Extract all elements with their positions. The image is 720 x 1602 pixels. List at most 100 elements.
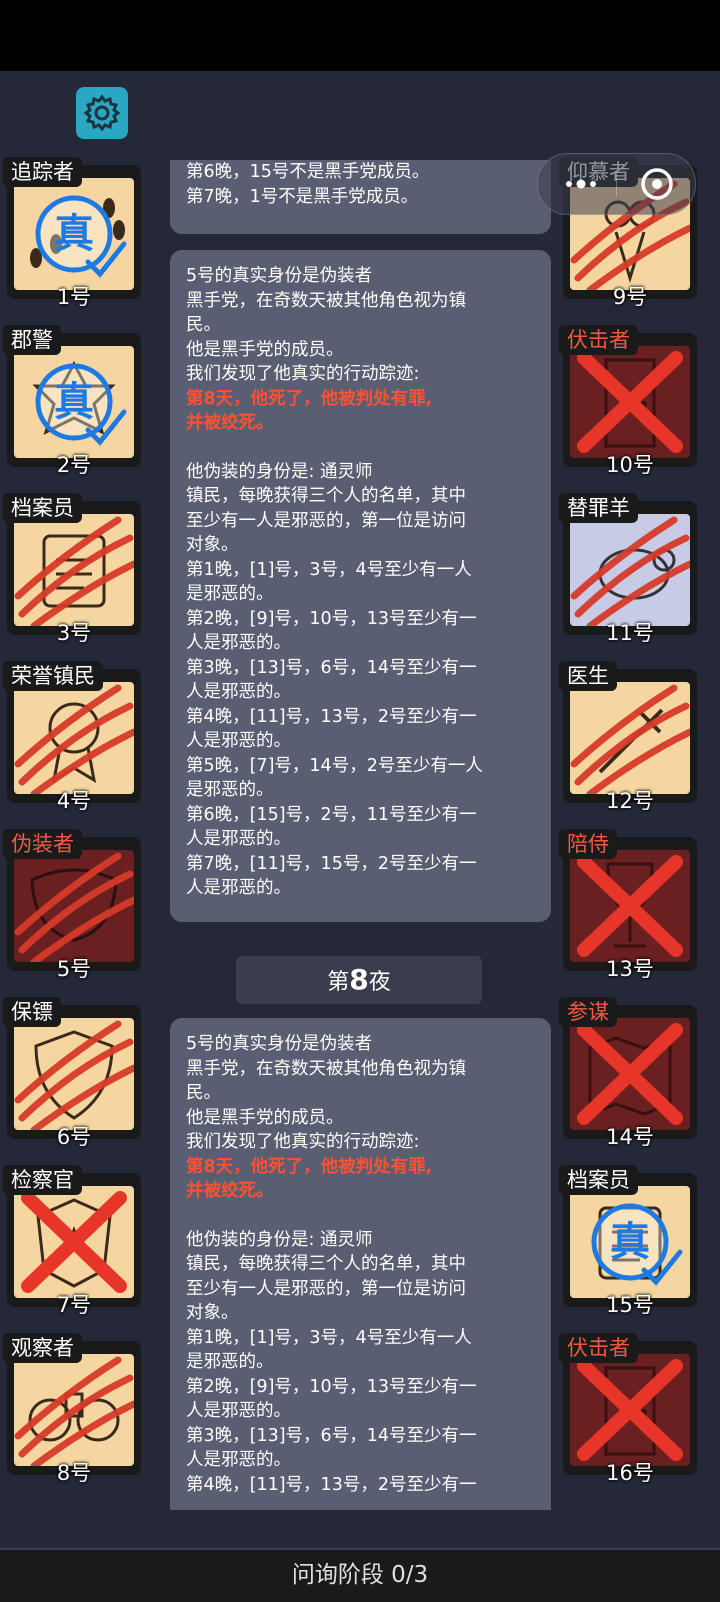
verified-stamp: 真 [54, 379, 94, 425]
more-dots-icon[interactable] [564, 174, 598, 194]
player-portrait: 真 [14, 178, 134, 290]
player-number: 4号 [56, 789, 92, 813]
log-message: 5号的真实身份是伪装者 黑手党，在奇数天被其他角色视为镇 民。 他是黑手党的成员。 我们… [170, 1018, 551, 1510]
mask-icon [14, 852, 134, 962]
player-card[interactable]: 陪侍 13号 [559, 829, 697, 981]
player-number: 10号 [606, 453, 654, 477]
player-portrait [570, 850, 690, 962]
night-label-prefix: 第 [327, 970, 350, 995]
player-card[interactable]: 真 档案员 15号 [559, 1165, 697, 1317]
log-line: 第6晚，15号不是黑手党成员。 [186, 162, 430, 182]
door-icon [577, 351, 683, 453]
player-number: 16号 [606, 1461, 654, 1485]
player-role-label: 参谋 [559, 997, 617, 1027]
player-role-label: 保镖 [3, 997, 61, 1027]
player-card[interactable]: 观察者 8号 [3, 1333, 141, 1485]
phase-bar[interactable]: 问询阶段 0/3 [0, 1548, 720, 1602]
police-badge-icon [21, 1191, 127, 1293]
game-log[interactable]: 第6晚，15号不是黑手党成员。 第7晚，1号不是黑手党成员。 5号的真实身份是伪… [170, 160, 551, 1510]
log-line: 5号的真实身份是伪装者 [186, 1034, 373, 1054]
player-number: 1号 [56, 285, 92, 309]
player-number: 6号 [56, 1125, 92, 1149]
log-line: 第7晚，1号不是黑手党成员。 [186, 186, 419, 207]
log-line: 5号的真实身份是伪装者 [186, 266, 373, 286]
log-line: 黑手党，在奇数天被其他角色视为镇 [186, 1058, 466, 1079]
archive-icon [14, 516, 134, 626]
player-card[interactable]: 检察官 7号 [3, 1165, 141, 1317]
target-close-icon[interactable] [640, 167, 674, 201]
player-portrait [14, 1018, 134, 1130]
log-highlight-line: 第8天，他死了，他被判处有罪, [186, 388, 433, 409]
log-line: 对象。 [186, 535, 239, 555]
settings-button[interactable] [76, 87, 128, 139]
log-line: 第2晚，[9]号，10号，13号至少有一 [186, 608, 477, 629]
player-card[interactable]: 医生 12号 [559, 661, 697, 813]
log-line: 对象。 [186, 1303, 239, 1323]
log-line: 第4晚，[11]号，13号，2号至少有一 [186, 1474, 477, 1495]
player-number: 12号 [606, 789, 654, 813]
player-portrait: 真 [570, 1186, 690, 1298]
player-card[interactable]: 伏击者 10号 [559, 325, 697, 477]
player-number: 15号 [606, 1293, 654, 1317]
log-line: 人是邪恶的。 [186, 682, 291, 702]
log-line: 是邪恶的。 [186, 1352, 274, 1372]
player-portrait [14, 1186, 134, 1298]
player-card[interactable]: 档案员 3号 [3, 493, 141, 645]
player-role-label: 郡警 [3, 325, 61, 355]
log-line: 民。 [186, 1083, 221, 1103]
status-bar [0, 0, 720, 71]
verified-stamp: 真 [54, 211, 94, 257]
phase-label: 问询阶段 0/3 [291, 1562, 429, 1588]
player-card[interactable]: 伪装者 5号 [3, 829, 141, 981]
log-line: 是邪恶的。 [186, 780, 274, 800]
player-card[interactable]: 参谋 14号 [559, 997, 697, 1149]
player-role-label: 伏击者 [559, 325, 638, 355]
log-message: 第6晚，15号不是黑手党成员。 第7晚，1号不是黑手党成员。 [170, 160, 551, 234]
player-role-label: 陪侍 [559, 829, 617, 859]
shield-icon [14, 1020, 134, 1130]
log-line: 人是邪恶的。 [186, 1450, 291, 1470]
player-portrait [14, 682, 134, 794]
player-number: 5号 [56, 957, 92, 981]
log-line: 第3晚，[13]号，6号，14号至少有一 [186, 1425, 477, 1446]
player-portrait [570, 514, 690, 626]
player-card[interactable]: 伏击者 16号 [559, 1333, 697, 1485]
player-role-label: 荣誉镇民 [3, 661, 103, 691]
log-line: 镇民，每晚获得三个人的名单，其中 [186, 1254, 466, 1274]
player-portrait [14, 514, 134, 626]
log-highlight-line: 并被绞死。 [186, 1181, 274, 1201]
player-portrait [570, 1018, 690, 1130]
log-line: 人是邪恶的。 [186, 829, 291, 849]
log-line: 第3晚，[13]号，6号，14号至少有一 [186, 657, 477, 678]
player-card[interactable]: 保镖 6号 [3, 997, 141, 1149]
mini-program-capsule [537, 153, 696, 215]
log-highlight-line: 并被绞死。 [186, 413, 274, 433]
log-line: 至少有一人是邪恶的，第一位是访问 [186, 1278, 466, 1299]
player-number: 3号 [56, 621, 92, 645]
log-line: 黑手党，在奇数天被其他角色视为镇 [186, 290, 466, 311]
player-card[interactable]: 荣誉镇民 4号 [3, 661, 141, 813]
player-role-label: 档案员 [559, 1165, 638, 1195]
player-number: 9号 [612, 285, 648, 309]
player-portrait [570, 346, 690, 458]
player-role-label: 伏击者 [559, 1333, 638, 1363]
log-line: 他是黑手党的成员。 [186, 1107, 344, 1128]
player-role-label: 伪装者 [3, 829, 82, 859]
player-card[interactable]: 替罪羊 11号 [559, 493, 697, 645]
player-number: 14号 [606, 1125, 654, 1149]
verified-stamp: 真 [610, 1219, 650, 1265]
log-line: 第6晚，[15]号，2号，11号至少有一 [186, 804, 477, 825]
log-line: 第1晚，[1]号，3号，4号至少有一人 [186, 559, 472, 580]
map-icon [577, 1023, 683, 1125]
night-label-suffix: 夜 [368, 970, 391, 995]
wine-glass-icon [577, 855, 683, 957]
log-line: 是邪恶的。 [186, 584, 274, 604]
player-card[interactable]: 真 郡警 2号 [3, 325, 141, 477]
capsule-divider [616, 172, 617, 196]
player-portrait [14, 1354, 134, 1466]
log-line: 第4晚，[11]号，13号，2号至少有一 [186, 706, 477, 727]
player-card[interactable]: 真 追踪者 1号 [3, 157, 141, 309]
log-line: 第5晚，[7]号，14号，2号至少有一人 [186, 755, 483, 776]
night-number: 8 [349, 963, 369, 996]
